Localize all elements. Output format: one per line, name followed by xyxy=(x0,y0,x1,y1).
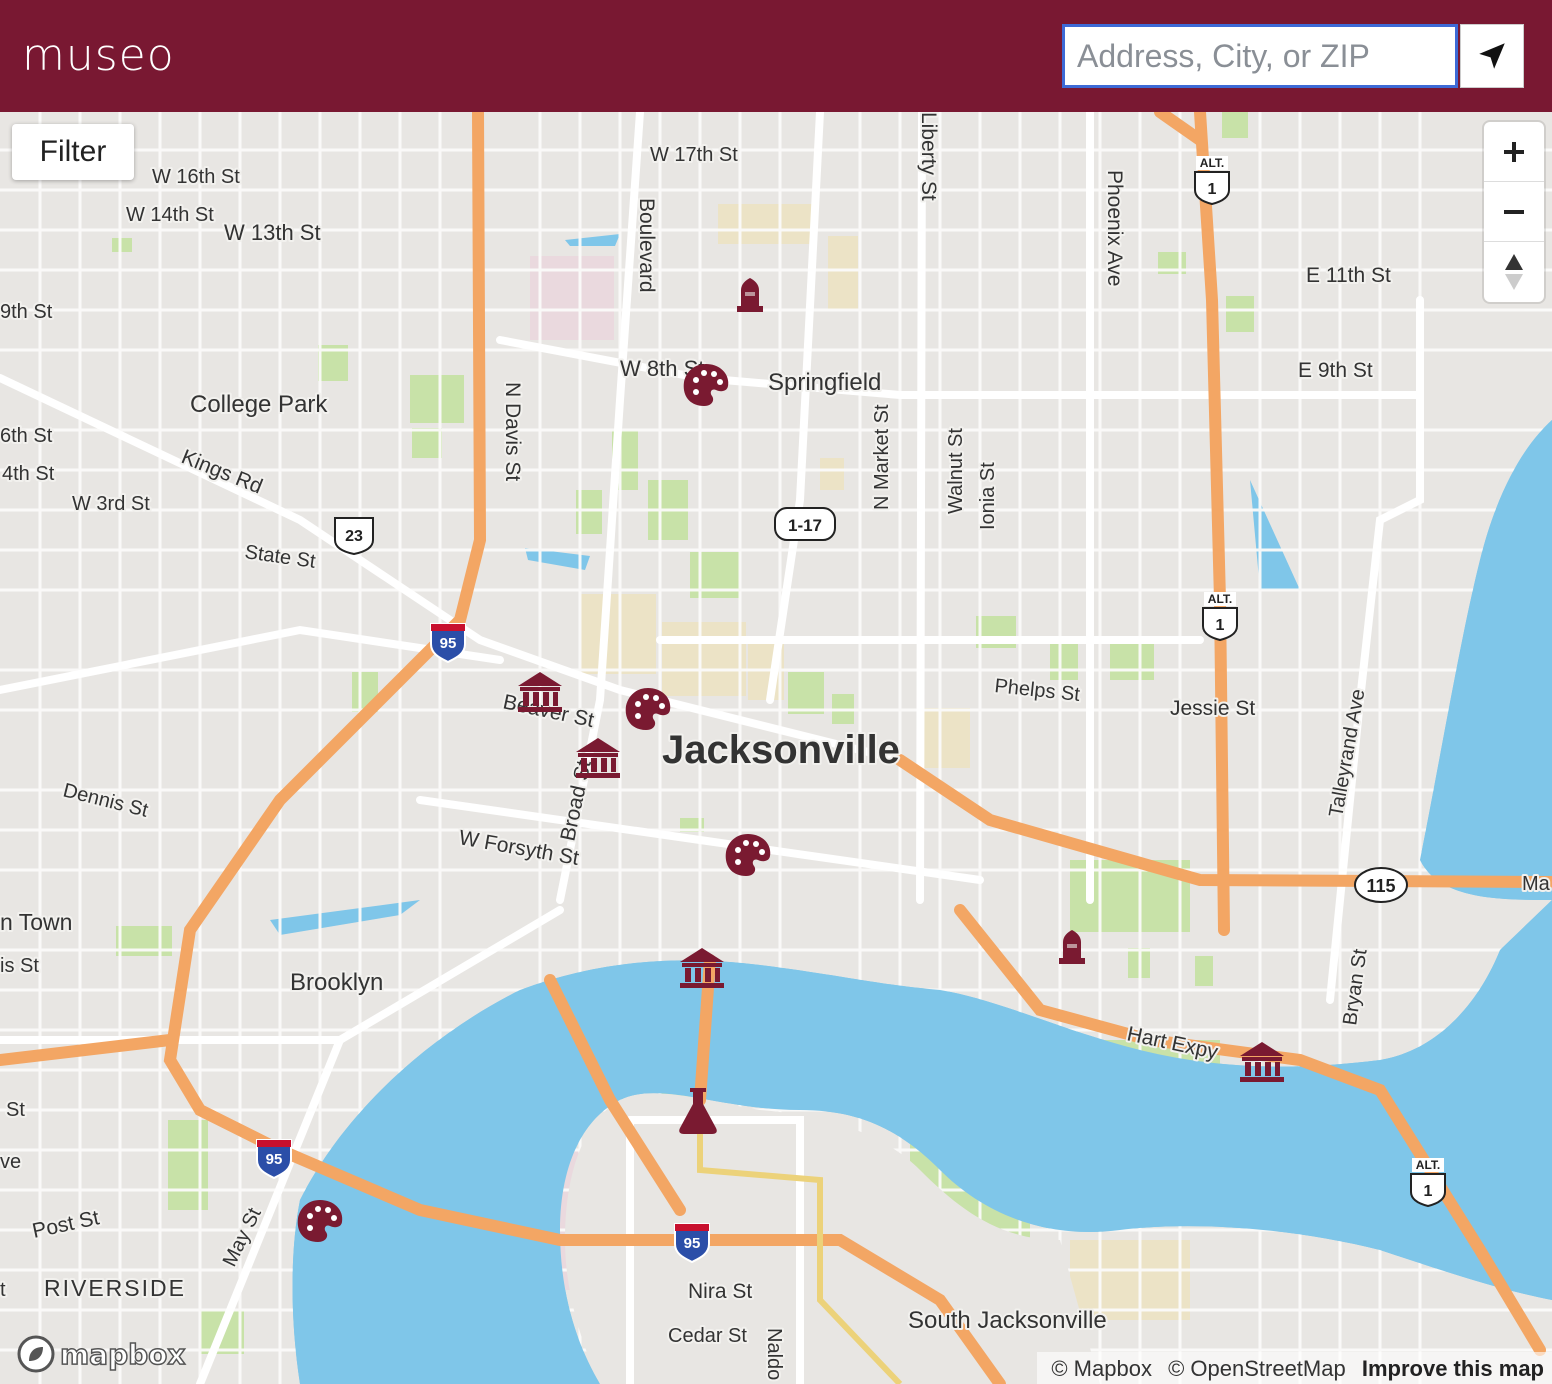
svg-text:1-17: 1-17 xyxy=(788,516,822,535)
us-route-shield: ALT. 1 xyxy=(1410,1158,1446,1208)
neighborhood-label: n Town xyxy=(0,909,72,935)
mapbox-logo-text: mapbox xyxy=(59,1337,186,1372)
svg-text:115: 115 xyxy=(1366,876,1395,896)
street-label: Walnut St xyxy=(945,428,967,514)
locate-button[interactable] xyxy=(1460,24,1524,88)
svg-text:1: 1 xyxy=(1424,1183,1433,1200)
address-search-input[interactable] xyxy=(1062,24,1458,88)
street-label: Ma xyxy=(1522,873,1551,895)
osm-attribution-link[interactable]: © OpenStreetMap xyxy=(1168,1356,1346,1381)
route-shield: 115 xyxy=(1354,867,1408,903)
neighborhood-label: RIVERSIDE xyxy=(44,1275,186,1301)
neighborhood-label: Brooklyn xyxy=(290,969,383,996)
improve-map-link[interactable]: Improve this map xyxy=(1362,1356,1544,1381)
street-label: N Davis St xyxy=(501,382,524,481)
zoom-out-button[interactable] xyxy=(1484,182,1544,242)
neighborhood-label: College Park xyxy=(190,391,328,418)
street-label: Phoenix Ave xyxy=(1103,170,1126,286)
street-label: 4th St xyxy=(2,463,55,485)
street-label: Cedar St xyxy=(668,1325,747,1347)
filter-button[interactable]: Filter xyxy=(12,124,134,180)
plus-icon xyxy=(1504,141,1524,162)
top-bar: museo xyxy=(0,0,1552,112)
svg-text:ALT.: ALT. xyxy=(1208,592,1232,606)
street-label: W 14th St xyxy=(126,204,214,226)
navigation-arrow-icon xyxy=(1479,43,1505,69)
app-root: museo Address, City, or ZIP W 17th St W … xyxy=(0,0,1552,1384)
mapbox-logo-icon xyxy=(17,1335,55,1373)
street-label: is St xyxy=(0,955,39,977)
svg-text:ALT.: ALT. xyxy=(1416,1158,1440,1172)
us-route-shield: 23 xyxy=(334,517,374,556)
street-label: Boulevard xyxy=(635,198,658,293)
svg-text:95: 95 xyxy=(440,635,457,652)
street-label: t xyxy=(0,1279,6,1301)
minus-icon xyxy=(1504,209,1524,214)
us-route-shield: ALT. 1 xyxy=(1202,592,1238,642)
mapbox-logo[interactable]: mapbox xyxy=(16,1334,186,1374)
street-label: Naldo xyxy=(763,1328,785,1380)
street-label: St xyxy=(6,1099,25,1121)
city-label: Jacksonville xyxy=(662,728,900,772)
street-label: E 11th St xyxy=(1306,264,1391,287)
svg-text:1: 1 xyxy=(1208,181,1217,198)
us-route-shield: ALT. 1 xyxy=(1194,156,1230,206)
street-label: W 13th St xyxy=(224,220,321,245)
mapbox-attribution-link[interactable]: © Mapbox xyxy=(1051,1356,1152,1381)
street-label: E 9th St xyxy=(1298,359,1373,382)
svg-text:95: 95 xyxy=(684,1235,701,1252)
street-label: Liberty St xyxy=(917,112,940,201)
compass-icon xyxy=(1505,254,1523,290)
neighborhood-label: Springfield xyxy=(768,369,881,396)
svg-text:1: 1 xyxy=(1216,617,1225,634)
svg-text:ALT.: ALT. xyxy=(1200,156,1224,170)
map-canvas[interactable]: W 17th St W 16th St W 14th St W 13th St … xyxy=(0,112,1552,1384)
street-label: W 16th St xyxy=(152,166,240,188)
street-label: 6th St xyxy=(0,425,53,447)
brand-logo[interactable]: museo xyxy=(22,30,175,81)
street-label: N Market St xyxy=(871,404,893,510)
zoom-in-button[interactable] xyxy=(1484,122,1544,182)
zoom-control xyxy=(1484,122,1544,302)
street-label: W 3rd St xyxy=(72,493,150,515)
map-attribution: © Mapbox © OpenStreetMap Improve this ma… xyxy=(1037,1352,1552,1384)
street-label: ve xyxy=(0,1151,21,1173)
street-label: Ionia St xyxy=(977,462,999,530)
street-label: W 17th St xyxy=(650,144,738,166)
compass-button[interactable] xyxy=(1484,242,1544,302)
route-shield: 1-17 xyxy=(774,507,836,541)
neighborhood-label: South Jacksonville xyxy=(908,1307,1107,1334)
svg-text:23: 23 xyxy=(345,528,363,545)
street-label: Nira St xyxy=(688,1280,752,1303)
street-label: 9th St xyxy=(0,301,53,323)
street-label: Jessie St xyxy=(1170,697,1255,720)
svg-text:95: 95 xyxy=(266,1151,283,1168)
